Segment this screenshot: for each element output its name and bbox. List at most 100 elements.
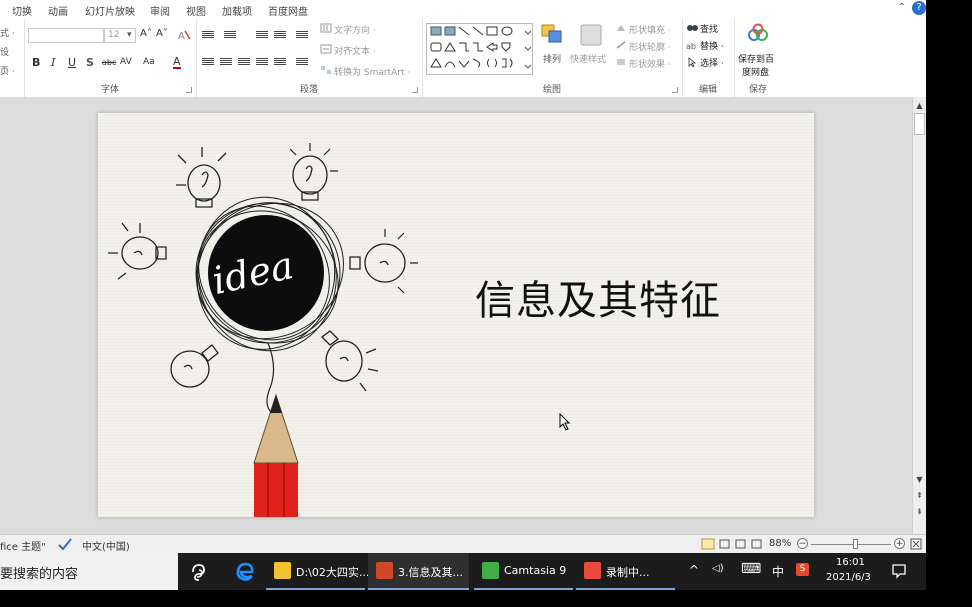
distribute-icon[interactable] xyxy=(274,58,286,67)
taskbar-search-box[interactable]: 要搜索的内容 xyxy=(0,553,178,590)
language-indicator[interactable]: 中文(中国) xyxy=(82,538,130,553)
slide-canvas[interactable]: idea 信息及其特征 xyxy=(98,113,814,517)
align-center-icon[interactable] xyxy=(220,58,232,67)
edge-browser-icon[interactable] xyxy=(234,561,256,583)
select-button[interactable]: 选择 · xyxy=(700,56,724,69)
shape-fill-button[interactable]: 形状填充 · xyxy=(629,23,671,36)
underline-button[interactable]: U xyxy=(68,56,76,69)
decrease-indent-icon[interactable] xyxy=(256,31,268,40)
taskbar-app-powerpoint[interactable]: 3.信息及其... xyxy=(368,553,469,590)
taskbar-app-explorer[interactable]: D:\02大四实... xyxy=(266,553,369,590)
strikethrough-button[interactable]: abc xyxy=(102,58,116,67)
slide-title[interactable]: 信息及其特征 xyxy=(475,268,721,326)
arrange-button[interactable]: 排列 xyxy=(543,52,561,65)
vertical-scrollbar[interactable]: ▲ ▼ ⇞ ⇟ xyxy=(912,97,926,534)
clock-date[interactable]: 2021/6/3 xyxy=(826,572,871,583)
camtasia-icon xyxy=(482,562,499,579)
taskbar-app-label: 录制中... xyxy=(606,566,650,579)
scroll-up-icon[interactable]: ▲ xyxy=(913,99,926,113)
line-spacing-icon[interactable] xyxy=(296,31,308,40)
numbering-icon[interactable] xyxy=(224,31,236,40)
shape-effects-button[interactable]: 形状效果 · xyxy=(629,57,671,70)
shrink-font-button[interactable]: A˅ xyxy=(156,28,168,39)
prev-slide-icon[interactable]: ⇞ xyxy=(913,489,926,503)
columns-icon[interactable] xyxy=(296,58,308,67)
show-hidden-icons-button[interactable]: ^ xyxy=(689,563,699,577)
tab-view[interactable]: 视图 xyxy=(186,3,206,18)
help-icon[interactable]: ? xyxy=(912,1,926,15)
replace-icon: ab xyxy=(686,42,696,50)
section-button-partial[interactable]: 页 · xyxy=(0,64,15,77)
quick-styles-button[interactable]: 快速样式 xyxy=(570,52,606,65)
scroll-thumb[interactable] xyxy=(914,113,925,135)
shape-outline-button[interactable]: 形状轮廓 · xyxy=(629,40,671,53)
increase-indent-icon[interactable] xyxy=(274,31,286,40)
save-to-baidu-line1[interactable]: 保存到百 xyxy=(738,52,774,65)
text-direction-button[interactable]: 文字方向 · xyxy=(334,23,376,36)
zoom-slider-thumb[interactable] xyxy=(852,539,858,549)
align-right-icon[interactable] xyxy=(238,58,250,67)
status-bar: fice 主题" 中文(中国) 88% − + xyxy=(0,534,926,553)
font-name-combo[interactable] xyxy=(28,28,104,43)
scroll-down-icon[interactable]: ▼ xyxy=(913,473,926,487)
zoom-level[interactable]: 88% xyxy=(769,538,791,549)
tray-app-icon[interactable]: S xyxy=(796,563,809,576)
font-size-value: 12 xyxy=(108,30,120,40)
font-color-button[interactable]: A xyxy=(173,56,181,69)
shadow-button[interactable]: S xyxy=(86,56,94,69)
font-launcher-icon[interactable] xyxy=(186,87,192,93)
taskbar-app-label: 3.信息及其... xyxy=(398,566,463,579)
tab-baidu-pan[interactable]: 百度网盘 xyxy=(268,3,308,18)
tab-animations[interactable]: 动画 xyxy=(48,3,68,18)
justify-icon[interactable] xyxy=(256,58,268,67)
char-spacing-button[interactable]: AV xyxy=(120,57,132,67)
taskbar-app-camtasia[interactable]: Camtasia 9 xyxy=(474,553,573,590)
tab-review[interactable]: 审阅 xyxy=(150,3,170,18)
zoom-in-button[interactable]: + xyxy=(894,538,905,549)
layout-button-partial[interactable]: 式 · xyxy=(0,26,15,39)
drawing-launcher-icon[interactable] xyxy=(672,87,678,93)
zoom-slider[interactable] xyxy=(811,544,891,545)
select-icon xyxy=(688,57,697,67)
slide-editing-area[interactable]: idea 信息及其特征 xyxy=(0,97,912,534)
spellcheck-icon[interactable] xyxy=(58,538,72,550)
shape-effects-icon xyxy=(617,59,625,65)
bold-button[interactable]: B xyxy=(32,56,40,69)
next-slide-icon[interactable]: ⇟ xyxy=(913,505,926,519)
keyboard-icon[interactable]: ⌨ xyxy=(741,561,761,577)
smartart-icon xyxy=(321,66,331,74)
change-case-button[interactable]: Aa xyxy=(143,57,155,67)
zoom-out-button[interactable]: − xyxy=(797,538,808,549)
replace-button[interactable]: 替换 · xyxy=(700,39,724,52)
theme-name: fice 主题" xyxy=(0,542,46,553)
align-left-icon[interactable] xyxy=(202,58,214,67)
paragraph-launcher-icon[interactable] xyxy=(412,87,418,93)
view-buttons[interactable] xyxy=(701,538,771,550)
grow-font-button[interactable]: A˄ xyxy=(140,28,152,39)
taskbar-app-recorder[interactable]: 录制中... xyxy=(576,553,675,590)
volume-icon[interactable]: ◁) xyxy=(712,563,724,574)
italic-button[interactable]: I xyxy=(51,56,55,69)
save-group-label: 保存 xyxy=(748,85,767,95)
convert-smartart-button[interactable]: 转换为 SmartArt · xyxy=(334,65,410,78)
clock-time[interactable]: 16:01 xyxy=(836,557,865,568)
clear-format-icon[interactable]: A xyxy=(177,29,191,41)
bullets-icon[interactable] xyxy=(202,31,214,40)
task-view-icon[interactable] xyxy=(188,561,210,583)
font-size-combo[interactable]: 12 ▾ xyxy=(104,28,136,43)
shapes-gallery[interactable] xyxy=(426,23,538,75)
shape-outline-icon xyxy=(616,41,626,49)
align-text-button[interactable]: 对齐文本 · xyxy=(334,44,376,57)
tab-transitions[interactable]: 切换 xyxy=(12,3,32,18)
notification-icon[interactable] xyxy=(891,563,907,579)
tab-slideshow[interactable]: 幻灯片放映 xyxy=(85,3,135,18)
ime-indicator[interactable]: 中 xyxy=(772,563,784,580)
fit-window-icon[interactable] xyxy=(910,538,922,550)
drawing-group-label: 绘图 xyxy=(542,85,561,95)
find-button[interactable]: 查找 xyxy=(700,22,718,35)
baidu-pan-icon[interactable] xyxy=(746,23,770,43)
minimize-ribbon-icon[interactable]: ⌃ xyxy=(898,2,906,13)
tab-addins[interactable]: 加载项 xyxy=(222,3,252,18)
save-to-baidu-line2[interactable]: 度网盘 xyxy=(742,65,769,78)
reset-button-partial[interactable]: 设 xyxy=(0,45,9,58)
